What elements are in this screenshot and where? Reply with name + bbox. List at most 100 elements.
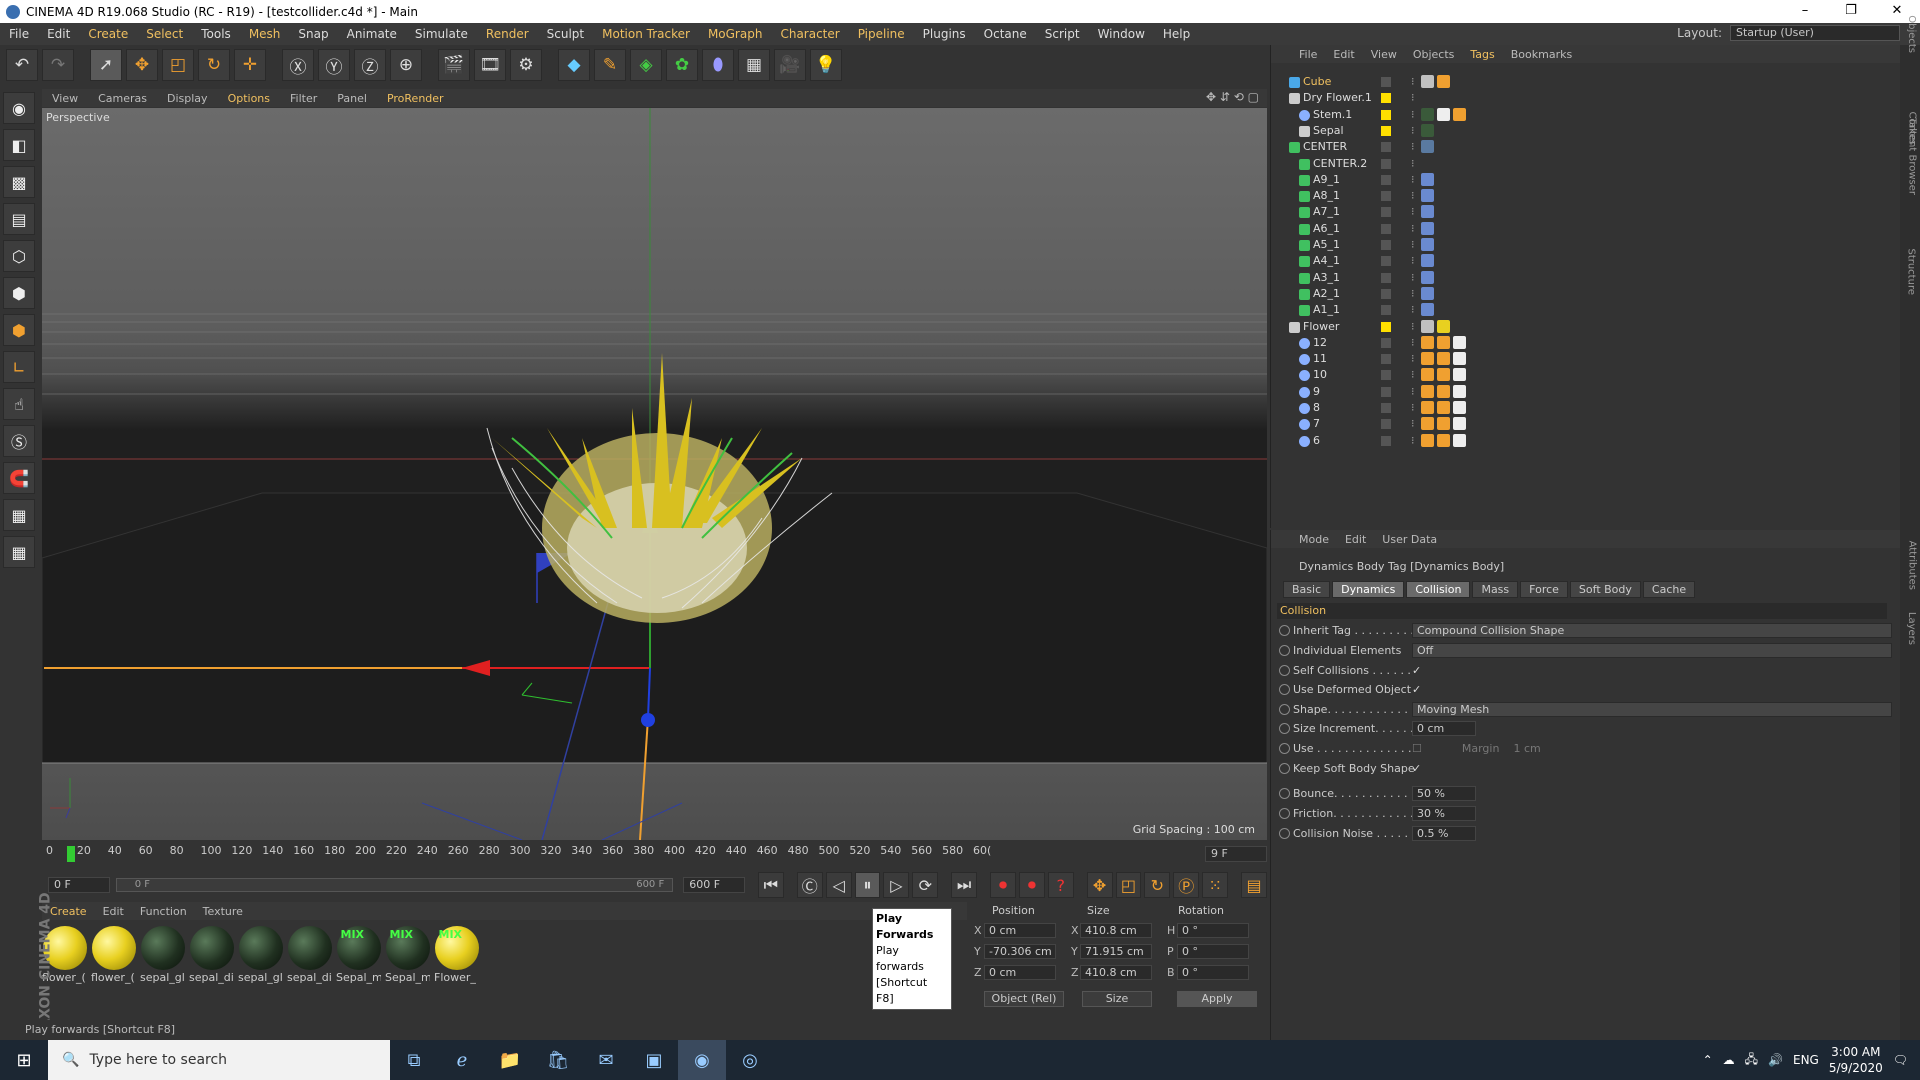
scale-tool-icon[interactable]: ◰ (162, 49, 194, 81)
dyn-tag-icon[interactable] (1421, 140, 1434, 154)
ik-tag-icon[interactable] (1421, 286, 1434, 300)
menu-create[interactable]: Create (79, 27, 137, 41)
ik-tag-icon[interactable] (1421, 172, 1434, 186)
animation-radio[interactable] (1279, 684, 1290, 695)
w-tag-icon[interactable] (1421, 352, 1434, 366)
attribute-checkbox[interactable]: ✓ (1412, 662, 1421, 679)
attribute-dropdown[interactable]: Moving Mesh (1412, 702, 1892, 717)
layout-dropdown[interactable]: Startup (User) (1730, 25, 1900, 41)
hair-tag-icon[interactable] (1437, 352, 1450, 366)
side-tab-content-browser[interactable]: Content Browser (1906, 112, 1917, 195)
mail-icon[interactable]: ✉ (582, 1040, 630, 1080)
menu-animate[interactable]: Animate (338, 27, 406, 41)
object-menu-edit[interactable]: Edit (1325, 48, 1362, 61)
undo-icon[interactable]: ↶ (6, 49, 38, 81)
apply-button[interactable]: Apply (1177, 991, 1257, 1007)
cloud-icon[interactable]: ☁ (1723, 1053, 1735, 1067)
render-picture-viewer-icon[interactable]: 🎞 (474, 49, 506, 81)
menu-file[interactable]: File (0, 27, 38, 41)
quantize-icon[interactable]: ▦ (3, 536, 35, 568)
attribute-dropdown[interactable]: Compound Collision Shape (1412, 623, 1892, 638)
parameter-key-icon[interactable]: Ⓟ (1173, 872, 1200, 898)
light-icon[interactable]: 💡 (810, 49, 842, 81)
hair-tag-icon[interactable] (1437, 417, 1450, 431)
cube-primitive-icon[interactable]: ◆ (558, 49, 590, 81)
windows-start-icon[interactable]: ⊞ (0, 1040, 48, 1080)
viewport-menu-filter[interactable]: Filter (280, 92, 327, 105)
w-tag-icon[interactable] (1421, 368, 1434, 382)
w-tag-icon[interactable] (1421, 433, 1434, 447)
ik-tag-icon[interactable] (1421, 189, 1434, 203)
keyframe-selection-icon[interactable]: ? (1047, 872, 1074, 898)
layer-color-swatch[interactable] (1381, 240, 1391, 250)
hair-tag-icon[interactable] (1437, 75, 1450, 88)
ik-tag-icon[interactable] (1421, 238, 1434, 251)
object-menu-bookmarks[interactable]: Bookmarks (1503, 48, 1580, 61)
side-tab-structure[interactable]: Structure (1906, 248, 1917, 295)
layer-color-swatch[interactable] (1381, 288, 1391, 299)
tab-collision[interactable]: Collision (1406, 581, 1471, 598)
material-swatch[interactable]: sepal_di (189, 926, 234, 984)
edge-browser-icon[interactable]: ℯ (438, 1040, 486, 1080)
viewport-menu-view[interactable]: View (42, 92, 88, 105)
timeline-ruler[interactable]: 0 20 40 60 80 100 120 140 160 180 200 220 240 260 280 3… (42, 844, 1192, 862)
layer-color-swatch[interactable] (1381, 305, 1391, 316)
y-axis-lock-icon[interactable]: Ⓨ (318, 49, 350, 81)
menu-select[interactable]: Select (137, 27, 192, 41)
material-menu-texture[interactable]: Texture (195, 905, 251, 918)
rot-p-field[interactable]: 0 ° (1177, 944, 1249, 959)
w-tag-icon[interactable] (1421, 335, 1434, 349)
menu-plugins[interactable]: Plugins (914, 27, 975, 41)
layer-color-swatch[interactable] (1381, 354, 1391, 365)
layer-color-swatch[interactable] (1381, 337, 1391, 348)
pen-spline-icon[interactable]: ✎ (594, 49, 626, 81)
ik-tag-icon[interactable] (1421, 205, 1434, 219)
material-swatch[interactable]: sepal_gl (238, 926, 283, 984)
layer-color-swatch[interactable] (1381, 370, 1391, 381)
volume-icon[interactable]: 🔊 (1768, 1053, 1783, 1067)
layer-color-swatch[interactable] (1381, 142, 1391, 153)
menu-script[interactable]: Script (1036, 27, 1089, 41)
w-tag-icon[interactable] (1421, 384, 1434, 398)
chevron-up-icon[interactable]: ⌃ (1703, 1053, 1713, 1067)
material-swatch[interactable]: MIX Sepal_m (385, 926, 430, 984)
tab-soft-body[interactable]: Soft Body (1569, 581, 1641, 598)
cinema4d-taskbar-icon[interactable]: ◉ (678, 1040, 726, 1080)
frame-range-slider[interactable]: 0 F 600 F (115, 878, 674, 892)
attribute-menu-edit[interactable]: Edit (1337, 533, 1374, 546)
pos-y-field[interactable]: -70.306 cm (984, 944, 1056, 959)
mat-tag-icon[interactable] (1421, 107, 1434, 121)
menu-character[interactable]: Character (771, 27, 848, 41)
workplane-icon[interactable]: ▤ (3, 203, 35, 235)
w-tag-icon[interactable] (1421, 417, 1434, 431)
viewport-menu-panel[interactable]: Panel (327, 92, 377, 105)
layer-color-swatch[interactable] (1381, 435, 1391, 446)
size-y-field[interactable]: 71.915 cm (1080, 944, 1152, 959)
select-tool-icon[interactable]: ➚ (90, 49, 122, 81)
material-swatch[interactable]: MIX Flower_ (434, 926, 479, 984)
ik-tag-icon[interactable] (1421, 254, 1434, 268)
network-icon[interactable]: 🖧 (1745, 1050, 1758, 1071)
check-tag-icon[interactable] (1453, 417, 1466, 431)
polygons-mode-icon[interactable]: ⬢ (3, 314, 35, 346)
cinema4d-lite-icon[interactable]: ◎ (726, 1040, 774, 1080)
pause-icon[interactable]: ⏸ (854, 872, 881, 898)
ik-tag-icon[interactable] (1421, 270, 1434, 284)
animation-radio[interactable] (1279, 704, 1290, 715)
timeline[interactable]: 0 20 40 60 80 100 120 140 160 180 200 220 240 260 280 3… (42, 842, 1267, 870)
edges-mode-icon[interactable]: ⬢ (3, 277, 35, 309)
position-key-icon[interactable]: ✥ (1086, 872, 1113, 898)
layer-color-swatch[interactable] (1381, 93, 1391, 104)
w-tag-icon[interactable] (1421, 401, 1434, 414)
floor-icon[interactable]: ▦ (738, 49, 770, 81)
store-icon[interactable]: 🛍 (534, 1040, 582, 1080)
layer-color-swatch[interactable] (1381, 386, 1391, 397)
hair-tag-icon[interactable] (1437, 335, 1450, 349)
tab-cache[interactable]: Cache (1642, 581, 1696, 598)
layer-color-swatch[interactable] (1381, 207, 1391, 218)
rotation-key-icon[interactable]: ↻ (1144, 872, 1171, 898)
material-swatch[interactable]: sepal_di (287, 926, 332, 984)
hair-tag-icon[interactable] (1453, 107, 1466, 121)
side-tab-attributes[interactable]: Attributes (1906, 541, 1917, 590)
object-menu-objects[interactable]: Objects (1405, 48, 1463, 61)
